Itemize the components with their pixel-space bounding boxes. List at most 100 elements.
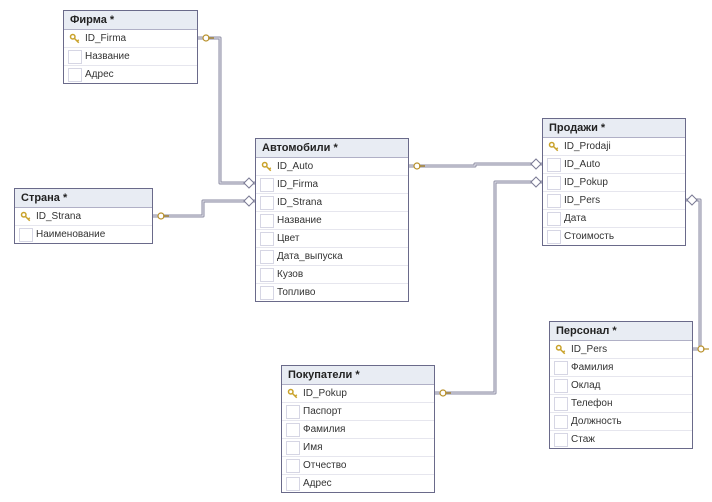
field-label: Дата_выпуска bbox=[277, 251, 404, 262]
field-row[interactable]: Наименование bbox=[15, 226, 152, 243]
table-title: Страна * bbox=[15, 189, 152, 208]
field-row[interactable]: Стоимость bbox=[543, 228, 685, 245]
field-row[interactable]: Должность bbox=[550, 413, 692, 431]
field-row[interactable]: ID_Pokup bbox=[543, 174, 685, 192]
field-label: ID_Strana bbox=[277, 197, 404, 208]
field-label: ID_Auto bbox=[564, 159, 681, 170]
field-row[interactable]: ID_Firma bbox=[64, 30, 197, 48]
field-row[interactable]: Оклад bbox=[550, 377, 692, 395]
field-label: Кузов bbox=[277, 269, 404, 280]
field-row[interactable]: Фамилия bbox=[282, 421, 434, 439]
field-type-icon bbox=[554, 415, 568, 429]
field-label: ID_Prodaji bbox=[564, 141, 681, 152]
field-type-icon bbox=[547, 158, 561, 172]
field-label: Наименование bbox=[36, 229, 148, 240]
field-type-icon bbox=[260, 178, 274, 192]
field-type-icon bbox=[286, 423, 300, 437]
field-row[interactable]: Телефон bbox=[550, 395, 692, 413]
field-label: Адрес bbox=[303, 478, 430, 489]
field-label: Паспорт bbox=[303, 406, 430, 417]
field-type-icon bbox=[19, 228, 33, 242]
table-pokupateli[interactable]: Покупатели * ID_Pokup Паспорт Фамилия Имя Отч… bbox=[281, 365, 435, 493]
key-icon bbox=[547, 140, 561, 154]
field-type-icon bbox=[286, 405, 300, 419]
field-row[interactable]: ID_Auto bbox=[543, 156, 685, 174]
field-label: Фамилия bbox=[571, 362, 688, 373]
field-type-icon bbox=[260, 250, 274, 264]
field-row[interactable]: ID_Pers bbox=[543, 192, 685, 210]
field-type-icon bbox=[554, 433, 568, 447]
field-label: Оклад bbox=[571, 380, 688, 391]
field-label: ID_Pokup bbox=[303, 388, 430, 399]
field-row[interactable]: ID_Prodaji bbox=[543, 138, 685, 156]
table-title: Персонал * bbox=[550, 322, 692, 341]
field-label: Адрес bbox=[85, 69, 193, 80]
field-type-icon bbox=[260, 196, 274, 210]
field-row[interactable]: Адрес bbox=[282, 475, 434, 492]
field-row[interactable]: Название bbox=[256, 212, 408, 230]
field-label: Стаж bbox=[571, 434, 688, 445]
table-title: Автомобили * bbox=[256, 139, 408, 158]
table-auto[interactable]: Автомобили *ID_Auto ID_Firma ID_Strana Назв… bbox=[255, 138, 409, 302]
field-row[interactable]: Стаж bbox=[550, 431, 692, 448]
field-row[interactable]: ID_Pokup bbox=[282, 385, 434, 403]
field-type-icon bbox=[286, 459, 300, 473]
field-label: ID_Strana bbox=[36, 211, 148, 222]
field-row[interactable]: Паспорт bbox=[282, 403, 434, 421]
field-row[interactable]: Имя bbox=[282, 439, 434, 457]
field-row[interactable]: ID_Strana bbox=[256, 194, 408, 212]
field-label: Фамилия bbox=[303, 424, 430, 435]
field-type-icon bbox=[547, 212, 561, 226]
field-label: ID_Pers bbox=[571, 344, 688, 355]
field-type-icon bbox=[286, 441, 300, 455]
key-icon bbox=[286, 387, 300, 401]
field-label: ID_Pokup bbox=[564, 177, 681, 188]
field-type-icon bbox=[260, 214, 274, 228]
table-firma[interactable]: Фирма *ID_FirmaНазваниеАдрес bbox=[63, 10, 198, 84]
field-row[interactable]: Топливо bbox=[256, 284, 408, 301]
field-label: Имя bbox=[303, 442, 430, 453]
field-type-icon bbox=[554, 379, 568, 393]
key-icon bbox=[260, 160, 274, 174]
field-row[interactable]: Дата_выпуска bbox=[256, 248, 408, 266]
field-label: Цвет bbox=[277, 233, 404, 244]
field-row[interactable]: Дата bbox=[543, 210, 685, 228]
field-label: Топливо bbox=[277, 287, 404, 298]
diagram-canvas: Фирма *ID_FirmaНазваниеАдресСтрана *ID_S… bbox=[0, 0, 712, 502]
field-type-icon bbox=[68, 50, 82, 64]
field-label: Телефон bbox=[571, 398, 688, 409]
field-row[interactable]: Фамилия bbox=[550, 359, 692, 377]
field-type-icon bbox=[68, 68, 82, 82]
field-row[interactable]: Цвет bbox=[256, 230, 408, 248]
field-row[interactable]: Название bbox=[64, 48, 197, 66]
field-type-icon bbox=[286, 477, 300, 491]
table-strana[interactable]: Страна * ID_Strana Наименование bbox=[14, 188, 153, 244]
field-label: Название bbox=[277, 215, 404, 226]
key-icon bbox=[554, 343, 568, 357]
field-label: ID_Firma bbox=[85, 33, 193, 44]
table-prodaji[interactable]: Продажи *ID_ProdajiID_AutoID_PokupID_Per… bbox=[542, 118, 686, 246]
field-type-icon bbox=[547, 230, 561, 244]
field-type-icon bbox=[260, 286, 274, 300]
field-row[interactable]: ID_Firma bbox=[256, 176, 408, 194]
field-row[interactable]: ID_Pers bbox=[550, 341, 692, 359]
field-row[interactable]: Отчество bbox=[282, 457, 434, 475]
table-personal[interactable]: Персонал * ID_Pers Фамилия Оклад Телефон Долж… bbox=[549, 321, 693, 449]
field-label: ID_Pers bbox=[564, 195, 681, 206]
key-icon bbox=[68, 32, 82, 46]
field-row[interactable]: Адрес bbox=[64, 66, 197, 83]
field-label: Дата bbox=[564, 213, 681, 224]
field-row[interactable]: ID_Auto bbox=[256, 158, 408, 176]
table-title: Покупатели * bbox=[282, 366, 434, 385]
field-type-icon bbox=[547, 176, 561, 190]
field-label: Стоимость bbox=[564, 231, 681, 242]
field-type-icon bbox=[554, 361, 568, 375]
field-type-icon bbox=[547, 194, 561, 208]
field-row[interactable]: ID_Strana bbox=[15, 208, 152, 226]
field-row[interactable]: Кузов bbox=[256, 266, 408, 284]
key-icon bbox=[19, 210, 33, 224]
field-type-icon bbox=[260, 268, 274, 282]
field-type-icon bbox=[554, 397, 568, 411]
field-label: ID_Firma bbox=[277, 179, 404, 190]
field-label: Название bbox=[85, 51, 193, 62]
